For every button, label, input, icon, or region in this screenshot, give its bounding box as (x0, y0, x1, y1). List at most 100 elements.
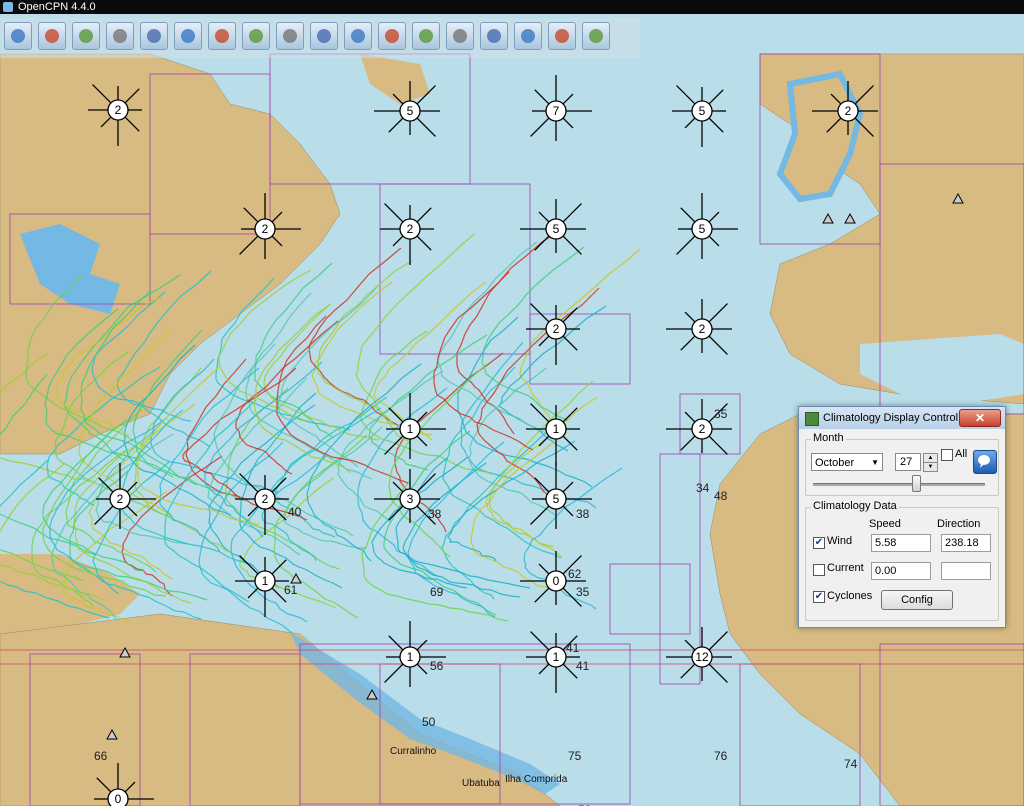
wind-rose-calm-percent: 2 (407, 222, 414, 236)
wind-rose-calm-percent: 2 (699, 322, 706, 336)
climatology-value-label: 69 (430, 585, 444, 599)
day-spinner-input[interactable]: 27 (895, 453, 921, 471)
wind-rose-calm-percent: 2 (699, 422, 706, 436)
tide-button[interactable] (276, 22, 304, 50)
climatology-value-label: 56 (430, 659, 444, 673)
dialog-titlebar[interactable]: Climatology Display Control ✕ (799, 407, 1005, 429)
climatology-value-label: 41 (566, 641, 580, 655)
current-button[interactable] (310, 22, 338, 50)
main-toolbar (0, 18, 640, 58)
layers-button[interactable] (412, 22, 440, 50)
help-button[interactable] (973, 450, 997, 474)
chart-quilt-icon (453, 29, 467, 43)
day-slider-thumb[interactable] (912, 475, 921, 492)
place-label-ilha-comprida: Ilha Comprida (505, 774, 568, 785)
climatology-app-icon (805, 412, 819, 426)
current-checkbox[interactable] (813, 564, 825, 576)
close-button[interactable]: ✕ (959, 409, 1001, 427)
config-button[interactable]: Config (881, 590, 953, 610)
wind-checkbox[interactable]: ✔ (813, 537, 825, 549)
wind-rose-calm-percent: 5 (553, 492, 560, 506)
scale-down-icon (79, 29, 93, 43)
mob-button[interactable] (582, 22, 610, 50)
dashboard-button[interactable] (242, 22, 270, 50)
climatology-value-label: 76 (714, 749, 728, 763)
weather-button[interactable] (514, 22, 542, 50)
climatology-value-label: 62 (568, 567, 582, 581)
wind-rose-calm-percent: 12 (695, 650, 709, 664)
current-label: Current (827, 562, 864, 574)
zoom-in-button[interactable] (4, 22, 32, 50)
wind-rose-calm-percent: 5 (553, 222, 560, 236)
direction-header: Direction (937, 518, 981, 530)
climatology-value-label: 35 (576, 585, 590, 599)
all-checkbox[interactable] (941, 449, 953, 461)
climatology-value-label: 40 (288, 505, 302, 519)
wind-rose-calm-percent: 2 (115, 103, 122, 117)
tide-icon (283, 29, 297, 43)
wind-rose-calm-percent: 0 (553, 574, 560, 588)
wind-direction-field[interactable]: 238.18 (941, 534, 991, 552)
opencpn-app-icon (3, 2, 13, 12)
scale-up-button[interactable] (106, 22, 134, 50)
dialog-title: Climatology Display Control (823, 412, 959, 424)
current-direction-field[interactable] (941, 562, 991, 580)
climatology-value-label: 38 (428, 507, 442, 521)
wind-rose-calm-percent: 1 (553, 650, 560, 664)
climatology-value-label: 61 (284, 583, 298, 597)
zoom-in-icon (11, 29, 25, 43)
settings-button[interactable] (378, 22, 406, 50)
route-button[interactable] (140, 22, 168, 50)
day-spinner-down-button[interactable]: ▼ (923, 462, 938, 472)
speech-bubble-icon (978, 455, 990, 468)
wind-rose-calm-percent: 5 (407, 104, 414, 118)
wind-rose-calm-percent: 0 (115, 792, 122, 806)
wind-rose-calm-percent: 3 (407, 492, 414, 506)
wind-rose-calm-percent: 1 (407, 650, 414, 664)
settings-icon (385, 29, 399, 43)
wind-rose-calm-percent: 1 (262, 574, 269, 588)
month-select[interactable]: October ▼ (811, 453, 883, 471)
ais-boat-button[interactable] (174, 22, 202, 50)
climatology-value-label: 34 (696, 481, 710, 495)
wind-speed-field[interactable]: 5.58 (871, 534, 931, 552)
cyclones-checkbox[interactable]: ✔ (813, 591, 825, 603)
day-slider-track[interactable] (813, 483, 985, 486)
month-select-value: October (815, 457, 855, 469)
zoom-out-icon (45, 29, 59, 43)
wind-rose-calm-percent: 1 (407, 422, 414, 436)
month-group-label: Month (811, 432, 846, 444)
place-label-ubatuba: Ubatuba (462, 778, 500, 789)
climatology-value-label: 50 (422, 715, 436, 729)
climatology-data-group-label: Climatology Data (811, 500, 899, 512)
wind-rose-calm-percent: 2 (262, 492, 269, 506)
place-label-curralinho: Curralinho (390, 746, 437, 757)
route-icon (147, 29, 161, 43)
layers-icon (419, 29, 433, 43)
help-icon (487, 29, 501, 43)
mob-icon (589, 29, 603, 43)
wind-rose-calm-percent: 5 (699, 104, 706, 118)
scale-down-button[interactable] (72, 22, 100, 50)
climatology-value-label: 41 (576, 659, 590, 673)
print-button[interactable] (344, 22, 372, 50)
zoom-out-button[interactable] (38, 22, 66, 50)
wind-rose-calm-percent: 2 (117, 492, 124, 506)
wind-rose-calm-percent: 2 (845, 104, 852, 118)
wind-rose-calm-percent: 1 (553, 422, 560, 436)
speed-header: Speed (869, 518, 901, 530)
chart-quilt-button[interactable] (446, 22, 474, 50)
grib-button[interactable] (548, 22, 576, 50)
wind-rose-calm-percent: 5 (699, 222, 706, 236)
window-title: OpenCPN 4.4.0 (18, 1, 96, 13)
current-speed-field[interactable]: 0.00 (871, 562, 931, 580)
wind-rose-calm-percent: 2 (553, 322, 560, 336)
climatology-display-control-dialog[interactable]: Climatology Display Control ✕ Month Octo… (798, 406, 1006, 628)
climatology-value-label: 75 (568, 749, 582, 763)
grib-icon (555, 29, 569, 43)
climatology-value-label: 38 (576, 507, 590, 521)
help-button[interactable] (480, 22, 508, 50)
wind-rose-calm-percent: 7 (553, 104, 560, 118)
window-titlebar: OpenCPN 4.4.0 (0, 0, 1024, 14)
track-button[interactable] (208, 22, 236, 50)
